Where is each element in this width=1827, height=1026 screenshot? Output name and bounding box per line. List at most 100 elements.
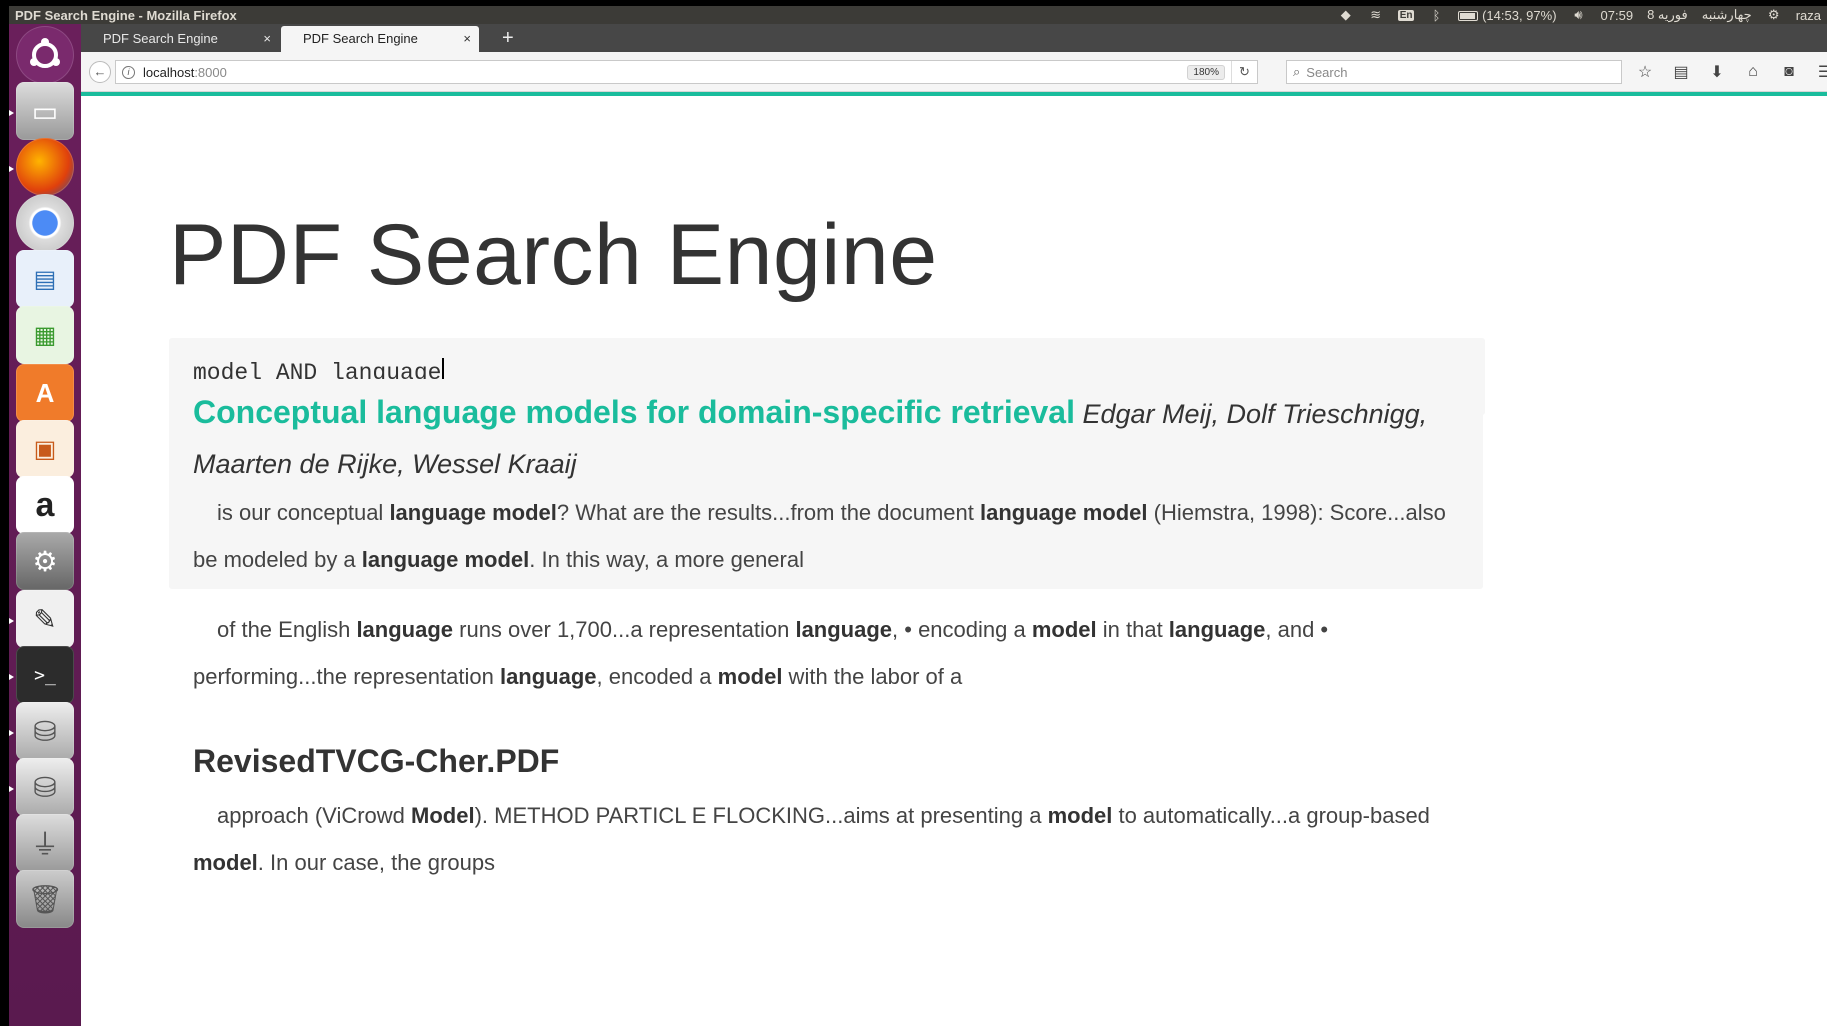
- result-item: RevisedTVCG-Cher.PDF approach (ViCrowd M…: [169, 736, 1483, 886]
- dropbox-icon[interactable]: ◆: [1338, 7, 1354, 23]
- close-tab-icon[interactable]: ×: [263, 26, 271, 52]
- files-icon[interactable]: ▭: [16, 82, 74, 140]
- snippet-text: in that: [1096, 617, 1169, 642]
- clock-date[interactable]: 8 فوریه: [1647, 7, 1688, 23]
- battery-icon: [1458, 11, 1479, 22]
- toolbar-icons: ☆ ▤ ⬇ ⌂ ◙ ☰: [1634, 60, 1827, 84]
- text-editor-icon[interactable]: ✎: [16, 590, 74, 648]
- ubuntu-dash-icon[interactable]: [16, 26, 74, 84]
- user-name[interactable]: raza: [1796, 8, 1821, 23]
- running-indicator: [9, 166, 14, 172]
- close-tab-icon[interactable]: ×: [463, 26, 471, 52]
- menu-icon[interactable]: ☰: [1814, 62, 1827, 82]
- url-port: :8000: [194, 64, 227, 80]
- result-title-link[interactable]: Conceptual language models for domain-sp…: [193, 394, 1075, 430]
- window-title: PDF Search Engine - Mozilla Firefox: [15, 7, 237, 23]
- search-icon: ⌕: [1293, 64, 1301, 79]
- gear-icon[interactable]: ⚙: [1766, 7, 1782, 23]
- top-panel: PDF Search Engine - Mozilla Firefox ◆ ≋ …: [9, 6, 1827, 24]
- software-center-icon[interactable]: A: [16, 364, 74, 422]
- snippet-highlight: Model: [411, 803, 475, 828]
- snippet-highlight: language model: [980, 500, 1148, 525]
- search-bar[interactable]: ⌕ Search: [1286, 60, 1622, 84]
- bookmark-star-icon[interactable]: ☆: [1634, 62, 1656, 82]
- snippet-text: of the English: [217, 617, 357, 642]
- reading-list-icon[interactable]: ▤: [1670, 62, 1692, 82]
- terminal-icon[interactable]: >_: [16, 646, 74, 704]
- tab-pdf-search-engine-1[interactable]: PDF Search Engine ×: [81, 26, 279, 52]
- result-item: Conceptual language models for domain-sp…: [169, 379, 1483, 589]
- url-bar[interactable]: i localhost:8000 180% ↻: [115, 60, 1258, 84]
- indicator-area: ◆ ≋ En ᛒ (14:53, 97%) 🔊︎ 07:59 8 فوریه چ…: [1338, 7, 1827, 23]
- snippet-text: ? What are the results...from the docume…: [556, 500, 981, 525]
- pocket-icon[interactable]: ◙: [1778, 63, 1800, 81]
- running-indicator: [9, 110, 14, 116]
- running-indicator: [9, 674, 14, 680]
- result-snippet: is our conceptual language model? What a…: [169, 489, 1483, 583]
- bluetooth-icon[interactable]: ᛒ: [1428, 8, 1444, 23]
- snippet-text: to automatically...a group-based: [1112, 803, 1430, 828]
- libreoffice-impress-icon[interactable]: ▣: [16, 420, 74, 478]
- snippet-text: . In this way, a more general: [529, 547, 804, 572]
- battery-indicator[interactable]: (14:53, 97%): [1458, 7, 1557, 23]
- tab-label: PDF Search Engine: [103, 31, 218, 46]
- snippet-text: . In our case, the groups: [257, 850, 496, 875]
- result-title-link[interactable]: RevisedTVCG-Cher.PDF: [193, 743, 559, 779]
- chromium-icon[interactable]: [16, 194, 74, 252]
- amazon-icon[interactable]: a: [16, 476, 74, 534]
- wifi-icon[interactable]: ≋: [1368, 7, 1384, 23]
- snippet-highlight: language: [1168, 617, 1266, 642]
- snippet-highlight: language model: [389, 500, 557, 525]
- volume-icon[interactable]: 🔊︎: [1571, 7, 1587, 23]
- running-indicator: [9, 786, 14, 792]
- drive-icon[interactable]: ⛁: [16, 702, 74, 760]
- drive-icon[interactable]: ⛁: [16, 758, 74, 816]
- page-content: PDF Search Engine model AND language Con…: [81, 96, 1827, 1026]
- firefox-icon[interactable]: [16, 138, 74, 196]
- launcher: ▭ ▤ ▦ A ▣ a ⚙ ✎ >_ ⛁ ⛁ ⏚ 🗑︎: [9, 24, 81, 1026]
- snippet-highlight: model: [1047, 803, 1113, 828]
- search-placeholder: Search: [1306, 64, 1348, 80]
- tab-pdf-search-engine-2[interactable]: PDF Search Engine ×: [281, 26, 479, 52]
- home-icon[interactable]: ⌂: [1742, 63, 1764, 81]
- zoom-indicator[interactable]: 180%: [1187, 64, 1225, 80]
- page-title: PDF Search Engine: [169, 207, 938, 303]
- libreoffice-draw-icon[interactable]: ▤: [16, 250, 74, 308]
- result-snippet: approach (ViCrowd Model). METHOD PARTICL…: [169, 792, 1483, 886]
- snippet-highlight: language: [356, 617, 454, 642]
- snippet-highlight: model: [193, 850, 258, 875]
- snippet-text: approach (ViCrowd: [217, 803, 412, 828]
- downloads-icon[interactable]: ⬇: [1706, 62, 1728, 82]
- trash-icon[interactable]: 🗑︎: [16, 870, 74, 928]
- snippet-text: , • encoding a: [892, 617, 1032, 642]
- firefox-window: PDF Search Engine × PDF Search Engine × …: [81, 24, 1827, 1026]
- result-item: of the English language runs over 1,700.…: [169, 606, 1483, 700]
- battery-text: (14:53, 97%): [1482, 7, 1557, 23]
- info-icon[interactable]: i: [122, 65, 135, 79]
- snippet-text: ). METHOD PARTICL E FLOCKING...aims at p…: [474, 803, 1048, 828]
- snippet-highlight: language model: [361, 547, 530, 572]
- new-tab-button[interactable]: +: [494, 24, 522, 52]
- result-header: Conceptual language models for domain-sp…: [169, 387, 1483, 489]
- snippet-text: , encoded a: [596, 664, 718, 689]
- snippet-text: is our conceptual: [217, 500, 390, 525]
- navigation-bar: ← i localhost:8000 180% ↻ ⌕ Search ☆ ▤ ⬇…: [81, 52, 1827, 92]
- clock-time[interactable]: 07:59: [1601, 8, 1634, 23]
- clock-day[interactable]: چهارشنبه: [1702, 7, 1752, 23]
- snippet-highlight: model: [1031, 617, 1097, 642]
- result-snippet: of the English language runs over 1,700.…: [169, 606, 1483, 700]
- system-settings-icon[interactable]: ⚙: [16, 532, 74, 590]
- snippet-highlight: model: [717, 664, 783, 689]
- back-arrow-icon[interactable]: ←: [89, 61, 111, 83]
- keyboard-layout-indicator[interactable]: En: [1397, 9, 1415, 21]
- result-header: RevisedTVCG-Cher.PDF: [169, 736, 1483, 788]
- running-indicator: [9, 618, 14, 624]
- snippet-text: with the labor of a: [782, 664, 963, 689]
- tab-bar: PDF Search Engine × PDF Search Engine × …: [81, 24, 1827, 52]
- snippet-highlight: language: [795, 617, 893, 642]
- tab-label: PDF Search Engine: [303, 31, 418, 46]
- libreoffice-calc-icon[interactable]: ▦: [16, 306, 74, 364]
- reload-icon[interactable]: ↻: [1231, 61, 1257, 83]
- running-indicator: [9, 730, 14, 736]
- usb-drive-icon[interactable]: ⏚: [16, 814, 74, 872]
